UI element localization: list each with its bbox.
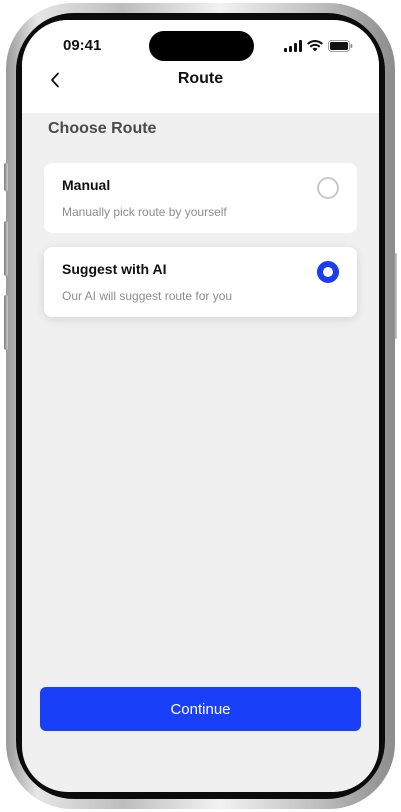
volume-down-button	[4, 295, 8, 350]
dynamic-island	[149, 31, 254, 61]
radio-button-selected[interactable]	[317, 261, 339, 283]
wifi-icon	[307, 40, 323, 52]
option-description: Manually pick route by yourself	[62, 205, 227, 219]
app-screen: 09:41 Route Choose Route Manual Manually…	[22, 20, 379, 792]
continue-button[interactable]: Continue	[40, 687, 361, 731]
header: 09:41 Route	[22, 20, 379, 113]
power-button	[393, 253, 397, 339]
radio-button[interactable]	[317, 177, 339, 199]
mute-switch	[4, 163, 8, 191]
option-card-manual[interactable]: Manual Manually pick route by yourself	[44, 163, 357, 233]
option-card-ai[interactable]: Suggest with AI Our AI will suggest rout…	[44, 247, 357, 317]
page-title: Route	[177, 70, 224, 87]
section-title: Choose Route	[48, 120, 157, 137]
status-time: 09:41	[63, 37, 102, 54]
option-title: Manual	[62, 177, 111, 193]
status-icons	[284, 40, 353, 52]
battery-icon	[328, 40, 353, 52]
option-description: Our AI will suggest route for you	[62, 289, 233, 303]
signal-icon	[284, 40, 302, 52]
volume-up-button	[4, 221, 8, 276]
option-title: Suggest with AI	[62, 261, 167, 277]
